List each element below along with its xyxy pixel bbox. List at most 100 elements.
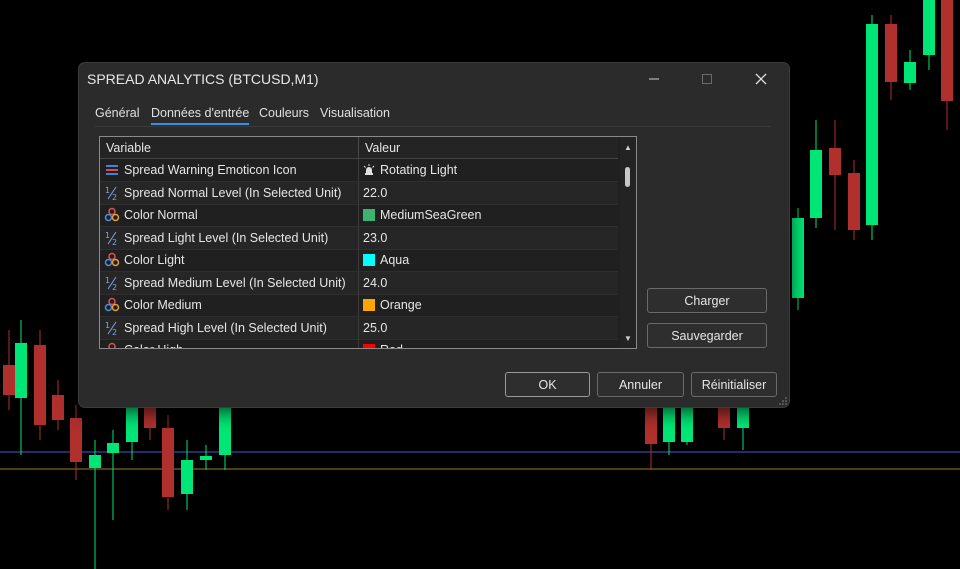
table-row[interactable]: 1 2 Spread Normal Level (In Selected Unit)… — [100, 181, 618, 205]
svg-text:1: 1 — [105, 186, 110, 195]
cell-divider — [358, 294, 359, 316]
candle-body — [737, 405, 749, 428]
variable-name: Spread High Level (In Selected Unit) — [124, 320, 327, 335]
minimize-icon — [649, 78, 659, 80]
variable-value[interactable]: Orange — [380, 298, 422, 312]
candle-body — [810, 150, 822, 218]
candle-body — [829, 148, 841, 175]
svg-text:1: 1 — [105, 231, 110, 240]
tab-visualization[interactable]: Visualisation — [320, 106, 390, 123]
cancel-button[interactable]: Annuler — [597, 372, 684, 397]
scroll-down-icon[interactable]: ▼ — [624, 334, 632, 343]
tab-inputs[interactable]: Données d'entrée — [151, 106, 250, 125]
svg-text:2: 2 — [112, 238, 117, 246]
candle-body — [792, 218, 804, 298]
svg-text:2: 2 — [112, 193, 117, 201]
lines-icon — [106, 165, 118, 175]
table-row[interactable]: 1 2 Spread Light Level (In Selected Unit) 2… — [100, 226, 618, 250]
cell-divider — [358, 271, 359, 294]
color-swatch[interactable] — [363, 299, 375, 311]
cell-divider — [358, 226, 359, 249]
candle-body — [885, 24, 897, 82]
candle-body — [126, 405, 138, 442]
candle-body — [89, 455, 101, 468]
svg-text:2: 2 — [112, 283, 117, 291]
variable-value[interactable]: 24.0 — [363, 276, 387, 290]
color-swatch[interactable] — [363, 209, 375, 221]
reset-button[interactable]: Réinitialiser — [691, 372, 777, 397]
title-bar[interactable]: SPREAD ANALYTICS (BTCUSD,M1) — [79, 63, 789, 95]
cell-divider — [358, 159, 359, 181]
variable-value[interactable]: 25.0 — [363, 321, 387, 335]
column-divider[interactable] — [358, 137, 359, 158]
variable-value[interactable]: Rotating Light — [380, 163, 457, 177]
load-button[interactable]: Charger — [647, 288, 767, 313]
candle-body — [848, 173, 860, 230]
table-row[interactable]: Color Normal MediumSeaGreen — [100, 204, 618, 227]
palette-icon — [104, 207, 120, 222]
cell-divider — [358, 204, 359, 226]
color-swatch[interactable] — [363, 254, 375, 266]
variable-name: Color Light — [124, 253, 185, 267]
candle-body — [144, 405, 156, 428]
candle-body — [866, 24, 878, 225]
inputs-table: Variable Valeur Spread Warning Emoticon … — [99, 136, 637, 349]
table-row[interactable]: 1 2 Spread High Level (In Selected Unit) 25… — [100, 316, 618, 340]
candle-body — [219, 405, 231, 455]
variable-value[interactable]: Red — [380, 343, 403, 348]
candle-body — [34, 345, 46, 425]
ok-button[interactable]: OK — [505, 372, 590, 397]
color-swatch[interactable] — [363, 344, 375, 348]
window-title: SPREAD ANALYTICS (BTCUSD,M1) — [87, 71, 319, 87]
variable-value[interactable]: MediumSeaGreen — [380, 208, 481, 222]
candle-body — [645, 405, 657, 444]
half-icon: 12 — [105, 231, 117, 246]
cell-divider — [358, 339, 359, 348]
scroll-up-icon[interactable]: ▲ — [624, 143, 632, 152]
candle-body — [107, 443, 119, 453]
table-row[interactable]: 1 2 Spread Medium Level (In Selected Unit)… — [100, 271, 618, 295]
column-header-value[interactable]: Valeur — [365, 141, 400, 155]
vertical-scrollbar[interactable]: ▲ ▼ — [620, 137, 636, 348]
table-row[interactable]: Color High Red — [100, 339, 618, 348]
variable-name: Spread Light Level (In Selected Unit) — [124, 230, 329, 245]
candle-body — [200, 456, 212, 460]
cell-divider — [358, 249, 359, 271]
variable-name: Spread Warning Emoticon Icon — [124, 163, 297, 177]
candle-body — [718, 405, 730, 428]
table-row[interactable]: Color Light Aqua — [100, 249, 618, 272]
tab-colors[interactable]: Couleurs — [259, 106, 309, 123]
cell-divider — [358, 181, 359, 204]
close-button[interactable] — [739, 67, 783, 91]
tab-general[interactable]: Général — [95, 106, 139, 123]
variable-value[interactable]: Aqua — [380, 253, 409, 267]
candle-body — [162, 428, 174, 497]
palette-icon — [108, 342, 116, 348]
close-icon — [755, 73, 767, 85]
properties-dialog: SPREAD ANALYTICS (BTCUSD,M1) Général Don… — [78, 62, 790, 408]
column-header-variable[interactable]: Variable — [106, 141, 151, 155]
candle-body — [3, 365, 15, 395]
half-icon: 12 — [105, 276, 117, 291]
maximize-icon — [702, 74, 712, 84]
candle-body — [15, 343, 27, 398]
maximize-button[interactable] — [685, 67, 729, 91]
palette-icon — [104, 252, 120, 267]
variable-value[interactable]: 23.0 — [363, 231, 387, 245]
variable-name: Color High — [124, 343, 183, 348]
table-row[interactable]: Color Medium Orange — [100, 294, 618, 317]
cell-divider — [358, 316, 359, 339]
svg-text:1: 1 — [105, 321, 110, 330]
variable-value[interactable]: 22.0 — [363, 186, 387, 200]
candle-body — [52, 395, 64, 420]
resize-grip-icon[interactable] — [779, 397, 787, 405]
minimize-button[interactable] — [632, 67, 676, 91]
rotating-light-icon — [363, 164, 375, 175]
half-icon: 12 — [105, 186, 117, 201]
half-icon: 12 — [105, 321, 117, 336]
table-row[interactable]: Spread Warning Emoticon Icon Rotating Lig… — [100, 159, 618, 182]
tab-divider — [95, 126, 771, 127]
scroll-thumb[interactable] — [625, 167, 630, 187]
variable-name: Color Normal — [124, 208, 198, 222]
save-button[interactable]: Sauvegarder — [647, 323, 767, 348]
